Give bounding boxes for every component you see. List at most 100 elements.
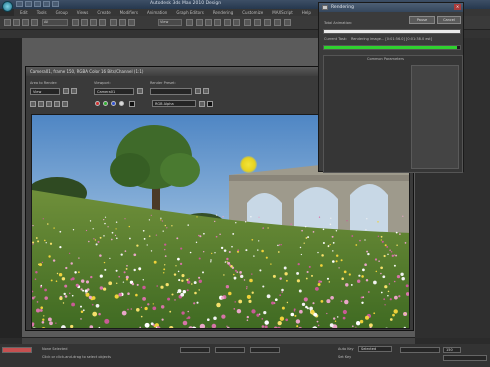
menu-create[interactable]: Create — [97, 10, 110, 15]
flower — [210, 261, 212, 263]
render-setup-icon[interactable] — [274, 19, 281, 26]
flower — [161, 318, 164, 321]
select-icon[interactable] — [72, 19, 79, 26]
viewport-navigation[interactable] — [443, 355, 487, 361]
flower — [296, 325, 299, 328]
render-icon[interactable] — [284, 19, 291, 26]
render-preset-dropdown[interactable] — [150, 88, 192, 95]
pause-button[interactable]: Pause — [409, 16, 435, 24]
mirror-icon[interactable] — [224, 19, 231, 26]
save-icon[interactable] — [34, 1, 41, 7]
current-frame-field[interactable]: 150 — [443, 347, 461, 353]
layer-icon[interactable] — [244, 19, 251, 26]
pivot-icon[interactable] — [186, 19, 193, 26]
bind-icon[interactable] — [31, 19, 38, 26]
flower — [214, 220, 216, 223]
selection-filter-dropdown[interactable]: All — [42, 19, 68, 26]
flower — [76, 285, 78, 288]
flower — [50, 279, 53, 282]
prompt-line: Click or click-and-drag to select object… — [42, 355, 111, 359]
menu-modifiers[interactable]: Modifiers — [120, 10, 138, 15]
x-coordinate-field[interactable] — [180, 347, 210, 353]
monochrome-icon[interactable] — [129, 101, 135, 107]
selected-dropdown[interactable]: Selected — [358, 346, 392, 352]
menu-customize[interactable]: Customize — [242, 10, 263, 15]
percent-snap-icon[interactable] — [214, 19, 221, 26]
edit-region-icon[interactable] — [63, 88, 69, 94]
maxscript-listener[interactable] — [2, 347, 32, 353]
auto-region-icon[interactable] — [71, 88, 77, 94]
flower — [42, 218, 44, 220]
flower — [72, 229, 75, 231]
copy-image-icon[interactable] — [38, 101, 44, 107]
display-black-icon[interactable] — [207, 101, 213, 107]
save-image-icon[interactable] — [30, 101, 36, 107]
clear-icon[interactable] — [62, 101, 68, 107]
clone-window-icon[interactable] — [46, 101, 52, 107]
rendering-dialog: Rendering × Total Animation: Pause Cance… — [318, 2, 464, 173]
environment-icon[interactable] — [203, 88, 209, 94]
time-slider[interactable] — [22, 337, 415, 344]
menu-animation[interactable]: Animation — [147, 10, 167, 15]
align-icon[interactable] — [233, 19, 240, 26]
flower — [102, 287, 107, 291]
open-icon[interactable] — [25, 1, 32, 7]
reference-coordinate-dropdown[interactable]: View — [158, 19, 182, 26]
flower — [380, 266, 383, 270]
angle-snap-icon[interactable] — [205, 19, 212, 26]
menu-maxscript[interactable]: MAXScript — [272, 10, 293, 15]
new-icon[interactable] — [16, 1, 23, 7]
scale-icon[interactable] — [128, 19, 135, 26]
alpha-channel-icon[interactable] — [119, 101, 124, 106]
menu-group[interactable]: Group — [56, 10, 68, 15]
menu-graph-editors[interactable]: Graph Editors — [176, 10, 203, 15]
window-crossing-icon[interactable] — [99, 19, 106, 26]
flower — [36, 301, 39, 303]
unlink-icon[interactable] — [22, 19, 29, 26]
material-editor-icon[interactable] — [264, 19, 271, 26]
print-icon[interactable] — [54, 101, 60, 107]
application-button[interactable] — [2, 1, 13, 12]
close-icon[interactable]: × — [454, 4, 461, 10]
area-to-render-dropdown[interactable]: View — [30, 88, 60, 95]
render-setup-icon[interactable] — [195, 88, 201, 94]
flower — [395, 254, 398, 257]
flower — [110, 238, 113, 241]
move-icon[interactable] — [110, 19, 117, 26]
flower — [131, 282, 135, 286]
flower — [281, 306, 285, 310]
flower — [180, 247, 183, 250]
blue-channel-icon[interactable] — [111, 101, 116, 106]
curve-editor-icon[interactable] — [254, 19, 261, 26]
lock-viewport-icon[interactable] — [137, 88, 143, 94]
flower — [37, 240, 40, 243]
flower — [305, 226, 307, 228]
snap-icon[interactable] — [196, 19, 203, 26]
undo-icon[interactable] — [43, 1, 50, 7]
menu-rendering[interactable]: Rendering — [213, 10, 233, 15]
playback-controls[interactable] — [400, 347, 440, 353]
region-icon[interactable] — [90, 19, 97, 26]
select-by-name-icon[interactable] — [81, 19, 88, 26]
flower — [177, 270, 180, 273]
red-channel-icon[interactable] — [95, 101, 100, 106]
flower — [160, 219, 162, 221]
flower — [366, 250, 369, 253]
cancel-button[interactable]: Cancel — [437, 16, 461, 24]
redo-icon[interactable] — [52, 1, 59, 7]
menu-tools[interactable]: Tools — [37, 10, 47, 15]
viewport-dropdown[interactable]: Camera01 — [94, 88, 134, 95]
menu-edit[interactable]: Edit — [20, 10, 28, 15]
y-coordinate-field[interactable] — [215, 347, 245, 353]
toggle-ui-icon[interactable] — [199, 101, 205, 107]
green-channel-icon[interactable] — [103, 101, 108, 106]
menu-help[interactable]: Help — [302, 10, 311, 15]
link-icon[interactable] — [13, 19, 20, 26]
flower — [405, 292, 409, 296]
menu-views[interactable]: Views — [77, 10, 89, 15]
channel-dropdown[interactable]: RGB Alpha — [152, 100, 196, 107]
flower — [236, 271, 239, 273]
rotate-icon[interactable] — [119, 19, 126, 26]
z-coordinate-field[interactable] — [250, 347, 280, 353]
undo-icon[interactable] — [4, 19, 11, 26]
